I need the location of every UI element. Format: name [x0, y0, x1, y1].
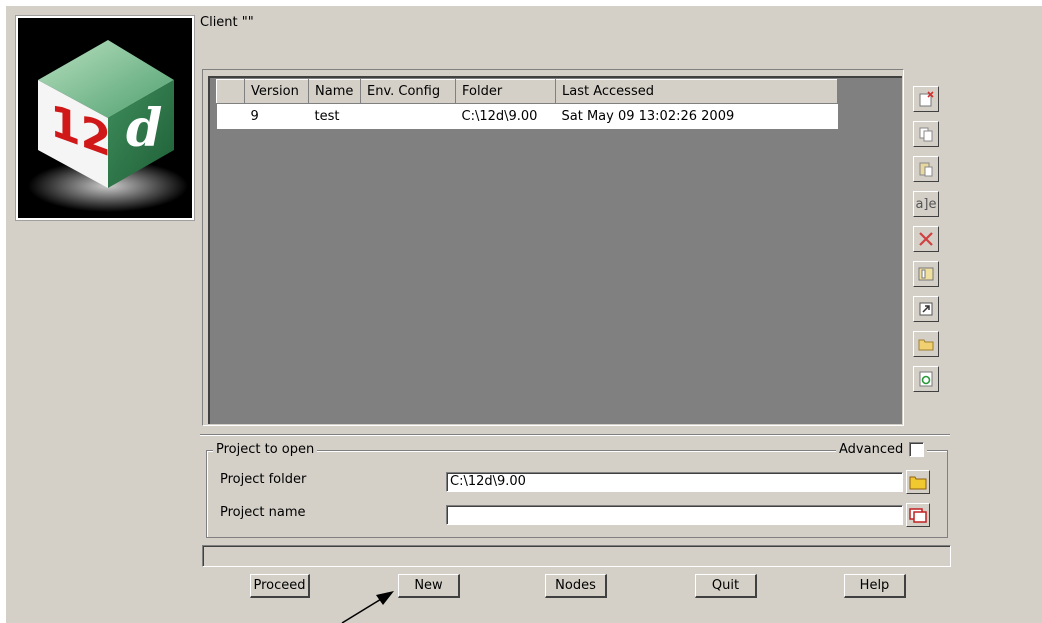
- annotation-arrow-icon: [341, 591, 394, 623]
- new-button[interactable]: New: [398, 574, 460, 598]
- shortcut-button[interactable]: [913, 296, 939, 322]
- folder-icon: [909, 476, 927, 490]
- open-folder-button[interactable]: [913, 331, 939, 357]
- project-name-label: Project name: [220, 505, 306, 520]
- advanced-label: Advanced: [839, 442, 904, 457]
- help-button[interactable]: Help: [844, 574, 906, 598]
- project-table: Version Name Env. Config Folder Last Acc…: [216, 79, 838, 129]
- project-list-icon: [909, 508, 927, 523]
- paste-button[interactable]: [913, 156, 939, 182]
- proceed-button[interactable]: Proceed: [250, 574, 310, 598]
- table-header-row: Version Name Env. Config Folder Last Acc…: [216, 79, 838, 104]
- cell-version: 9: [244, 103, 309, 129]
- nodes-button[interactable]: Nodes: [545, 574, 607, 598]
- logo-letter: d: [126, 98, 162, 159]
- delete-icon: [919, 232, 933, 246]
- column-header-last-accessed[interactable]: Last Accessed: [555, 79, 838, 104]
- clear-icon: [919, 91, 934, 107]
- cube-logo-icon: 12 d: [28, 40, 188, 212]
- delete-button[interactable]: [913, 226, 939, 252]
- cell-env-config: [360, 103, 456, 129]
- advanced-checkbox[interactable]: [909, 442, 925, 457]
- row-select-cell[interactable]: [216, 103, 245, 129]
- cell-last-accessed: Sat May 09 13:02:26 2009: [555, 103, 838, 129]
- info-button[interactable]: [913, 261, 939, 287]
- column-header-folder[interactable]: Folder: [455, 79, 556, 104]
- column-header-name[interactable]: Name: [308, 79, 361, 104]
- open-folder-icon: [918, 339, 934, 351]
- list-toolbar: a]e: [910, 76, 945, 421]
- quit-button[interactable]: Quit: [695, 574, 757, 598]
- advanced-option[interactable]: Advanced: [836, 442, 928, 457]
- paste-icon: [919, 162, 933, 177]
- cell-name: test: [308, 103, 361, 129]
- project-group-title: Project to open: [213, 442, 318, 457]
- status-bar: [202, 545, 951, 567]
- cell-folder: C:\12d\9.00: [455, 103, 556, 129]
- table-row[interactable]: 9 test C:\12d\9.00 Sat May 09 13:02:26 2…: [216, 103, 838, 129]
- column-header-version[interactable]: Version: [244, 79, 309, 104]
- refresh-button[interactable]: [913, 366, 939, 392]
- project-folder-field[interactable]: C:\12d\9.00: [446, 472, 903, 492]
- project-list[interactable]: Version Name Env. Config Folder Last Acc…: [208, 76, 902, 424]
- client-label: Client "": [200, 15, 254, 30]
- project-name-field[interactable]: [446, 505, 903, 525]
- rename-icon: a]e: [915, 196, 937, 212]
- copy-icon: [919, 127, 933, 142]
- project-folder-label: Project folder: [220, 472, 307, 487]
- copy-button[interactable]: [913, 121, 939, 147]
- column-header-select[interactable]: [216, 79, 245, 104]
- divider: [200, 434, 950, 436]
- browse-folder-button[interactable]: [906, 470, 930, 494]
- info-icon: [918, 267, 934, 281]
- rename-button[interactable]: a]e: [913, 191, 939, 217]
- logo-12d: 12 d: [16, 16, 194, 220]
- column-header-env-config[interactable]: Env. Config: [360, 79, 456, 104]
- clear-button[interactable]: [913, 86, 939, 112]
- refresh-icon: [919, 371, 933, 387]
- choose-project-button[interactable]: [906, 503, 930, 527]
- shortcut-icon: [919, 302, 933, 316]
